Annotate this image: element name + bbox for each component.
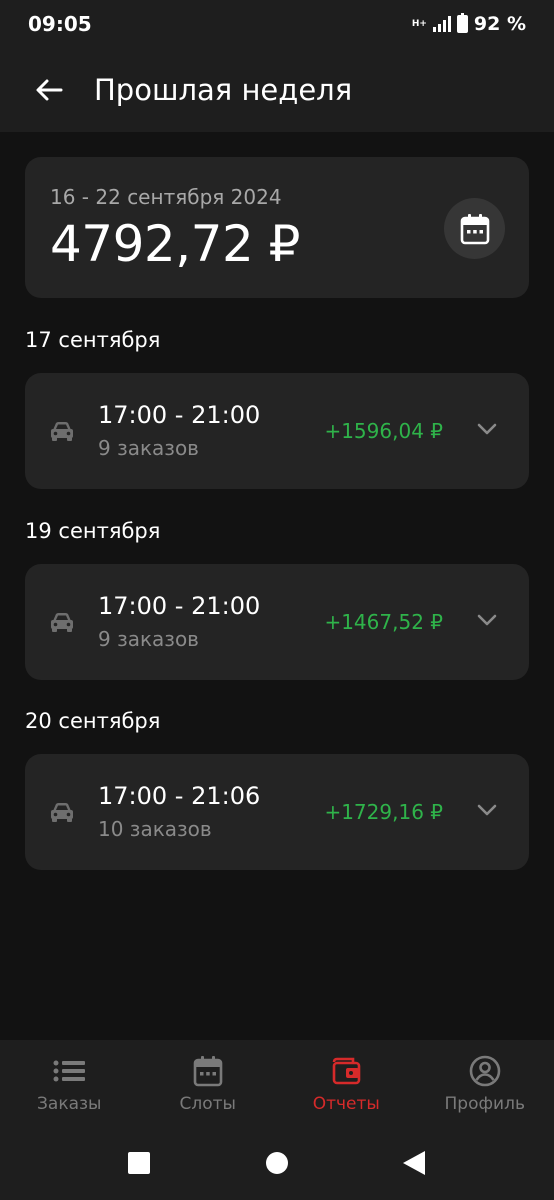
bottom-navigation: Заказы Слоты Отчеты Профиль [0, 1040, 554, 1128]
battery-icon [456, 13, 468, 33]
system-navigation-bar [0, 1128, 554, 1200]
screen: 09:05 H+ 92 % Прошлая неделя 16 - 22 сен… [0, 0, 554, 1200]
system-back-button[interactable] [402, 1150, 426, 1176]
calendar-button[interactable] [444, 198, 505, 259]
calendar-icon [193, 1056, 223, 1087]
slot-card[interactable]: 17:00 - 21:00 9 заказов +1596,04 ₽ [25, 373, 529, 489]
nav-label: Слоты [179, 1094, 236, 1114]
car-icon [51, 803, 73, 822]
status-indicators: H+ 92 % [412, 13, 526, 35]
slot-time: 17:00 - 21:00 [98, 592, 261, 620]
day-header: 20 сентября [25, 709, 161, 733]
list-icon [53, 1060, 86, 1082]
signal-icon [432, 16, 451, 32]
slot-amount: +1596,04 ₽ [324, 419, 443, 443]
summary-total: 4792,72 ₽ [50, 215, 300, 273]
back-button[interactable] [24, 65, 74, 115]
home-button[interactable] [266, 1152, 288, 1174]
summary-period: 16 - 22 сентября 2024 [50, 185, 282, 209]
day-header: 17 сентября [25, 328, 161, 352]
slot-card[interactable]: 17:00 - 21:06 10 заказов +1729,16 ₽ [25, 754, 529, 870]
status-time: 09:05 [28, 12, 92, 36]
arrow-left-icon [36, 79, 63, 101]
car-icon [51, 613, 73, 632]
slot-amount: +1467,52 ₽ [324, 610, 443, 634]
wallet-icon [332, 1057, 361, 1085]
page-title: Прошлая неделя [94, 73, 353, 107]
nav-label: Отчеты [312, 1094, 380, 1114]
day-header: 19 сентября [25, 519, 161, 543]
nav-item-orders[interactable]: Заказы [0, 1040, 139, 1128]
app-bar: Прошлая неделя [0, 48, 554, 132]
recent-apps-button[interactable] [128, 1152, 150, 1174]
nav-label: Профиль [444, 1094, 525, 1114]
nav-label: Заказы [37, 1094, 102, 1114]
profile-icon [469, 1055, 501, 1087]
slot-orders-count: 9 заказов [98, 436, 199, 460]
slot-orders-count: 10 заказов [98, 817, 212, 841]
slot-orders-count: 9 заказов [98, 627, 199, 651]
chevron-down-icon[interactable] [475, 417, 499, 441]
slot-amount: +1729,16 ₽ [324, 800, 443, 824]
status-bar: 09:05 H+ 92 % [0, 0, 554, 48]
nav-item-reports[interactable]: Отчеты [277, 1040, 416, 1128]
car-icon [51, 422, 73, 441]
slot-time: 17:00 - 21:00 [98, 401, 261, 429]
calendar-icon [460, 213, 489, 244]
summary-card: 16 - 22 сентября 2024 4792,72 ₽ [25, 157, 529, 298]
nav-item-profile[interactable]: Профиль [416, 1040, 554, 1128]
network-type-icon: H+ [411, 18, 427, 29]
slot-card[interactable]: 17:00 - 21:00 9 заказов +1467,52 ₽ [25, 564, 529, 680]
chevron-down-icon[interactable] [475, 798, 499, 822]
chevron-down-icon[interactable] [475, 608, 499, 632]
slot-time: 17:00 - 21:06 [98, 782, 261, 810]
nav-item-slots[interactable]: Слоты [139, 1040, 278, 1128]
battery-percent: 92 % [473, 13, 526, 35]
